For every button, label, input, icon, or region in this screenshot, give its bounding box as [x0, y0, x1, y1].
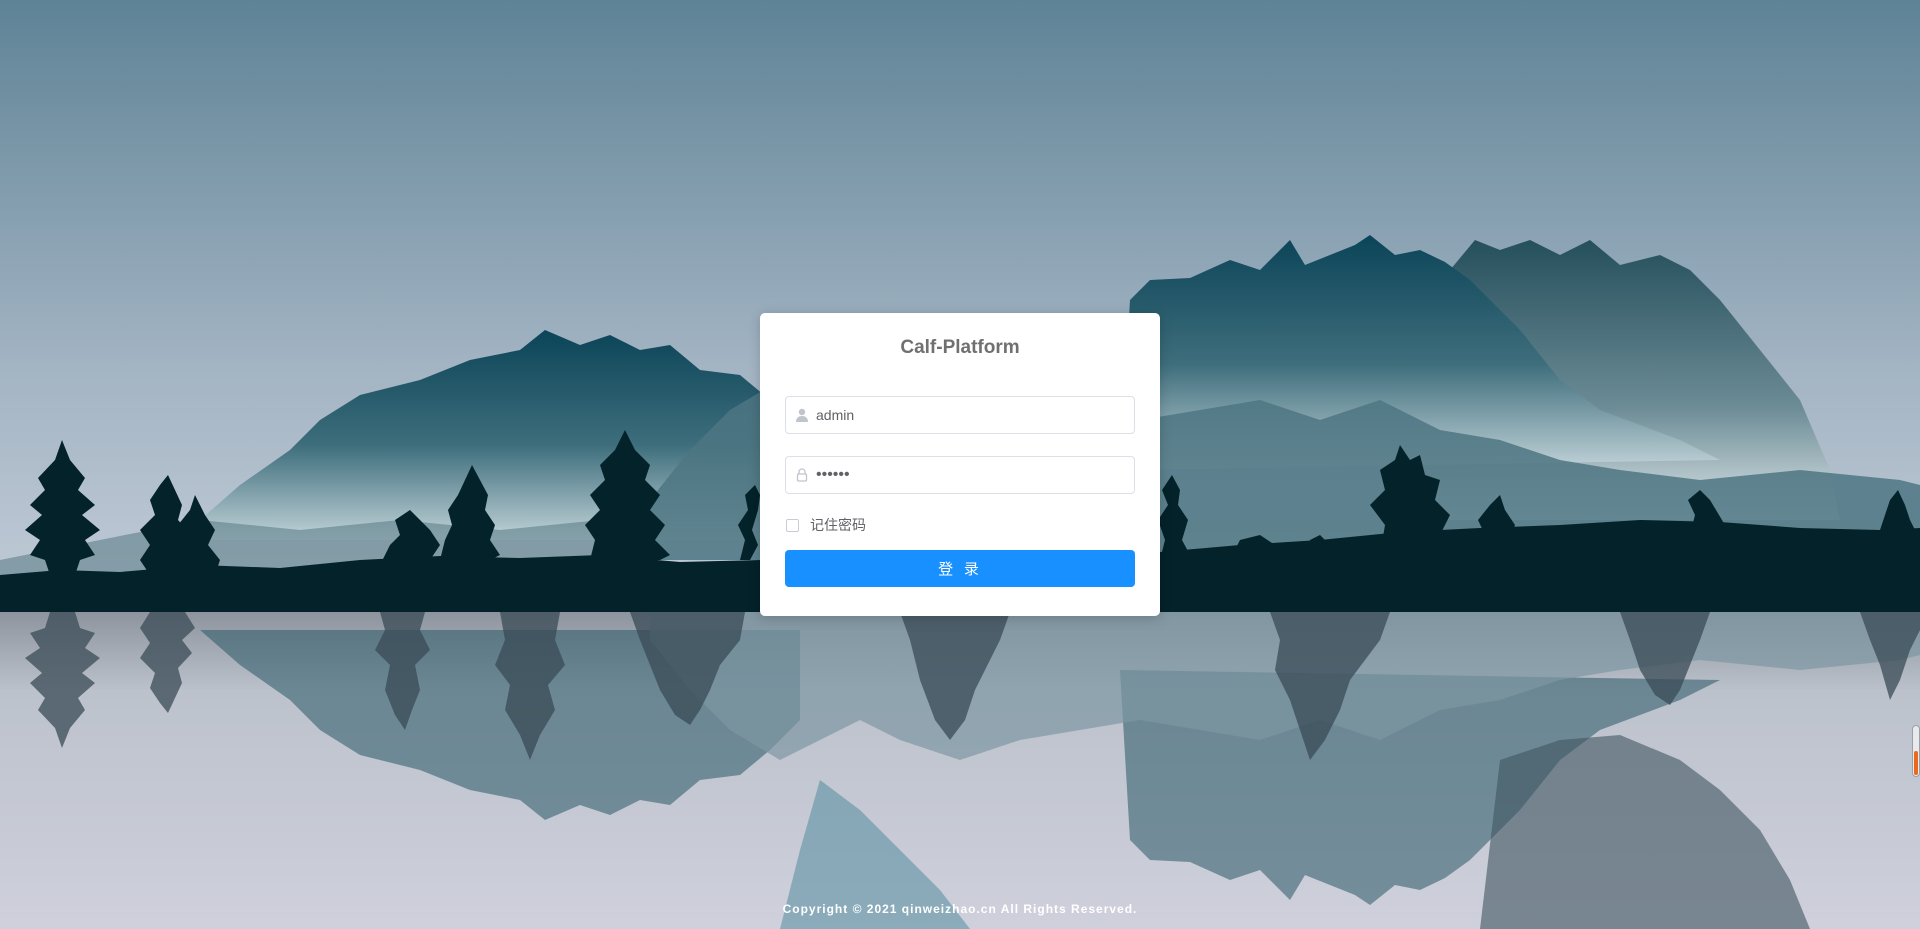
username-input[interactable]: [816, 397, 1146, 433]
user-icon: [796, 408, 808, 422]
remember-label: 记住密码: [810, 518, 866, 534]
remember-checkbox[interactable]: [786, 518, 799, 532]
copyright-text: Copyright © 2021 qinweizhao.cn All Right…: [782, 902, 1138, 916]
remember-password[interactable]: 记住密码: [785, 516, 1135, 534]
side-scroll-widget[interactable]: [1912, 725, 1920, 777]
password-input[interactable]: [816, 457, 1146, 493]
login-card: Calf-Platform 记住密码 登 录: [760, 313, 1160, 616]
lock-icon: [796, 468, 808, 482]
side-scroll-fill: [1914, 751, 1918, 775]
password-field[interactable]: [785, 456, 1146, 494]
login-button[interactable]: 登 录: [785, 550, 1135, 587]
login-title: Calf-Platform: [900, 337, 1020, 358]
username-field[interactable]: [785, 396, 1146, 434]
